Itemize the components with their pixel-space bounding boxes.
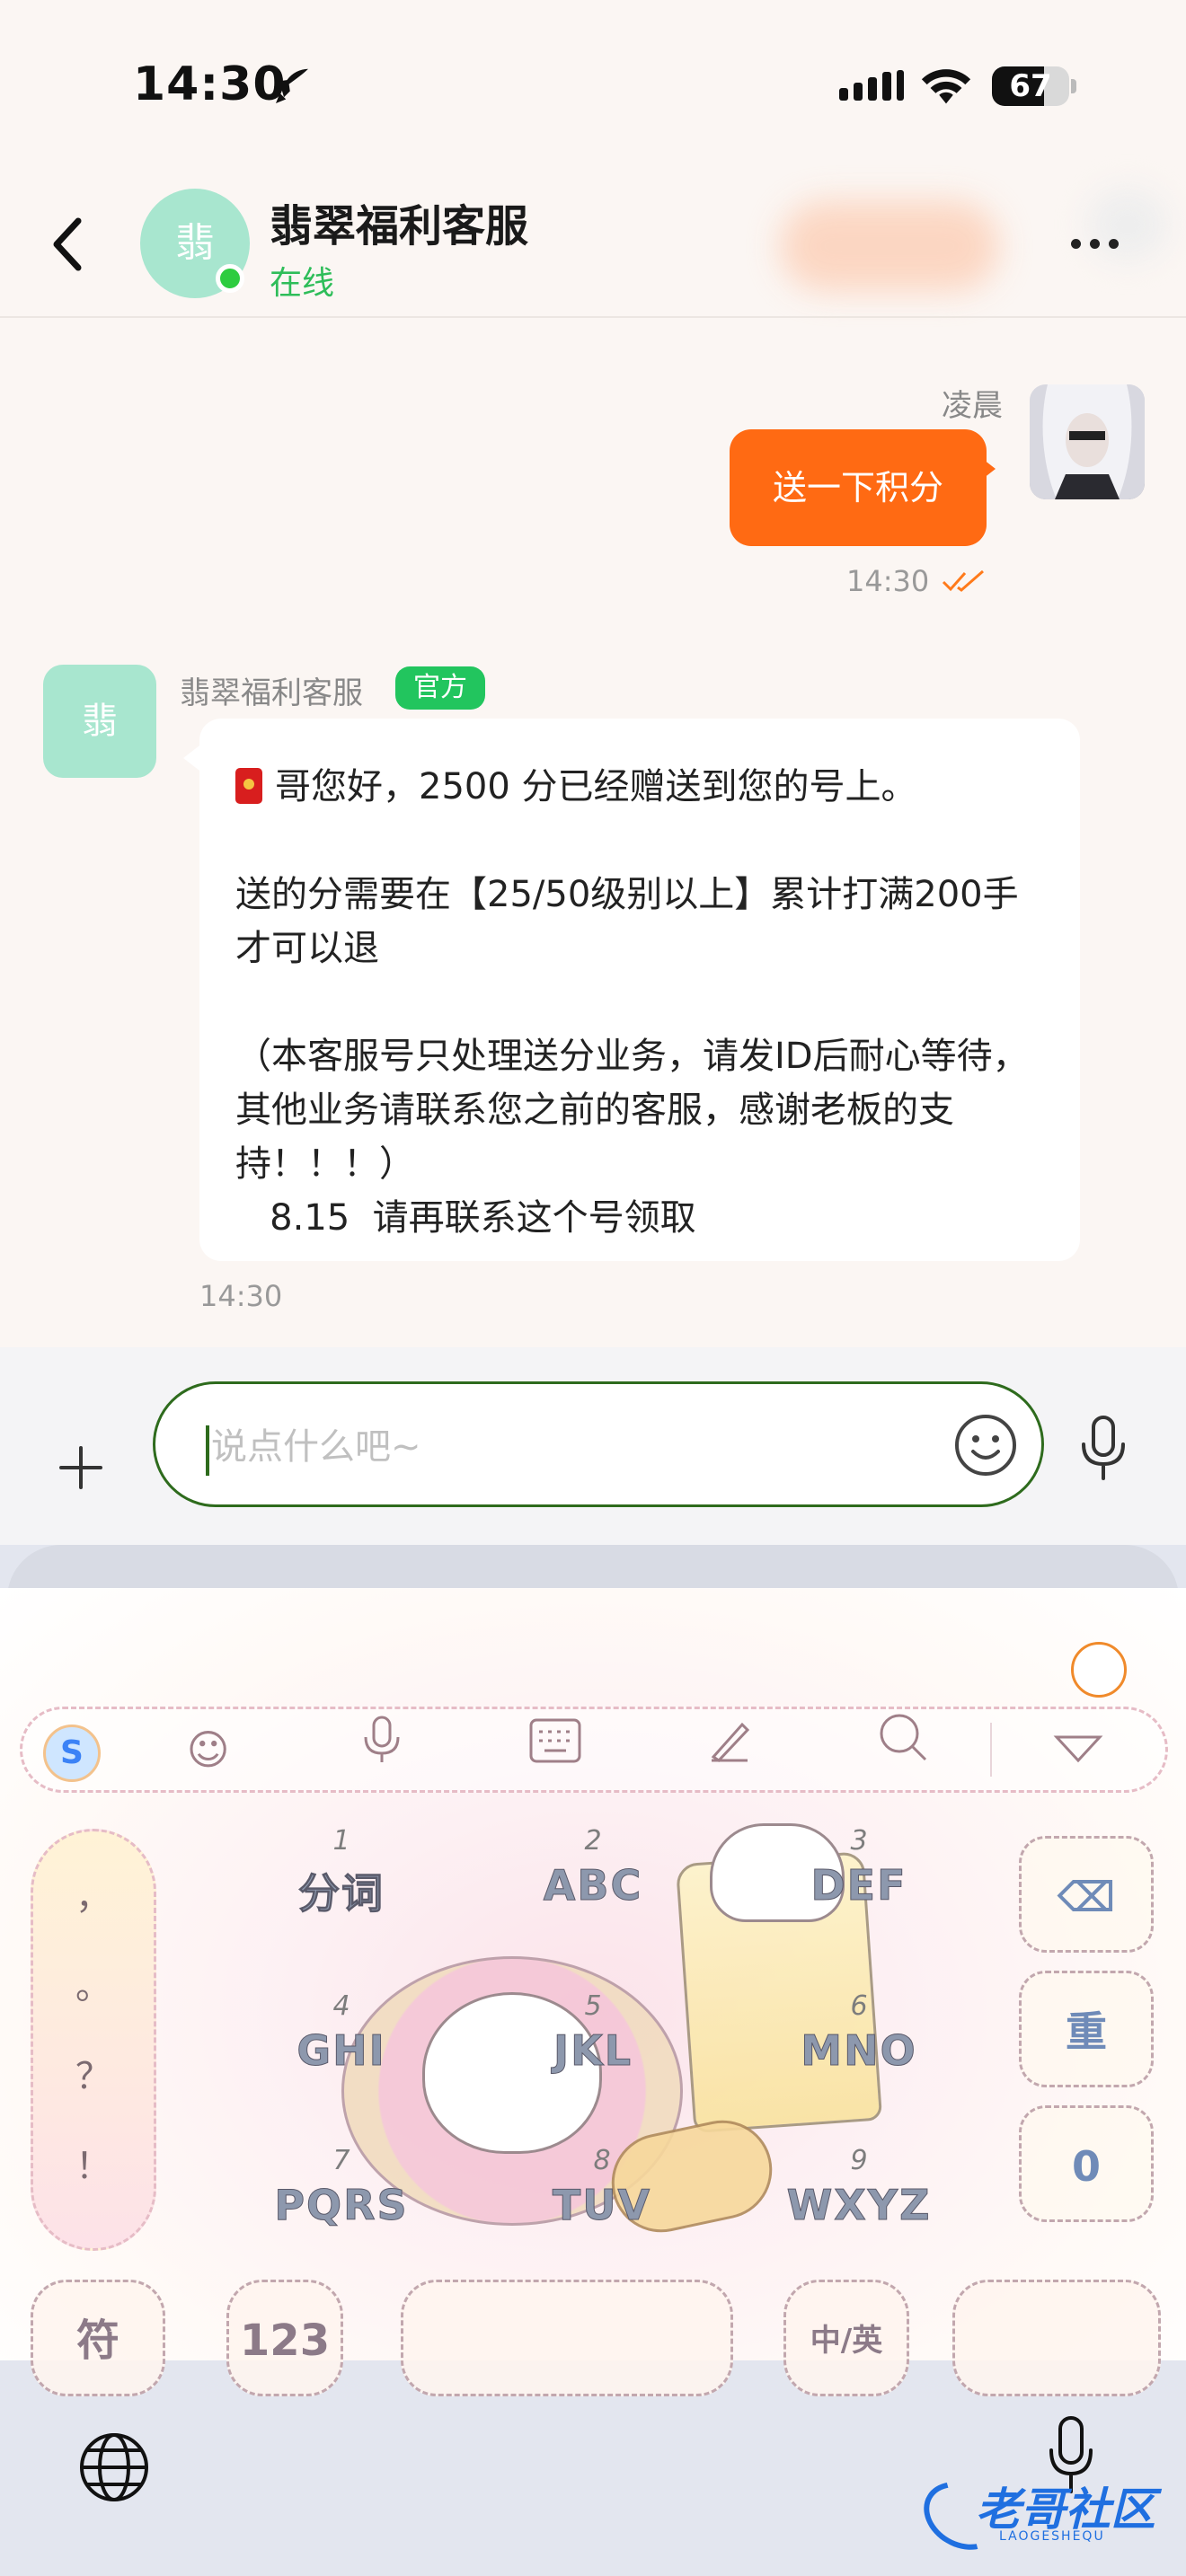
red-envelope-icon xyxy=(235,768,262,804)
cellular-signal-icon xyxy=(839,70,904,101)
chat-header: 翡 翡翠福利客服 在线 xyxy=(0,171,1186,318)
back-arrow-icon[interactable] xyxy=(45,216,90,273)
enter-key[interactable] xyxy=(952,2280,1161,2396)
online-indicator xyxy=(216,264,244,293)
message-sender: 凌晨 xyxy=(942,388,1003,424)
wifi-icon xyxy=(921,69,971,104)
keyboard-logo-button[interactable]: S xyxy=(22,1707,121,1793)
battery-percent: 67 xyxy=(1009,68,1052,104)
watermark-logo: 老哥社区 LAOGESHEQU xyxy=(911,2468,1164,2563)
incoming-message-bubble[interactable]: 哥您好，2500 分已经赠送到您的号上。 送的分需要在【25/50级别以上】累计… xyxy=(199,719,1080,1261)
status-bar: 14:30 67 xyxy=(0,0,1186,171)
battery-icon: 67 xyxy=(992,66,1069,106)
mascot-icon[interactable] xyxy=(1071,1642,1127,1698)
battery-tip xyxy=(1071,79,1076,93)
contact-status: 在线 xyxy=(270,265,335,302)
plus-icon[interactable] xyxy=(58,1444,104,1491)
bubble-tail xyxy=(979,456,996,481)
search-icon[interactable] xyxy=(816,1707,989,1793)
symbols-key[interactable]: 符 xyxy=(31,2280,165,2396)
message-input-bar: 说点什么吧~ xyxy=(0,1347,1186,1545)
globe-icon[interactable] xyxy=(77,2430,151,2504)
retype-key[interactable]: 重 xyxy=(1019,1971,1154,2087)
punctuation-comma: ， xyxy=(75,1876,111,1918)
keyboard: S ☺ ， 。 ？ ！ 1 分词 2 ABC 3 DEF 4 GHI 5 JKL… xyxy=(0,1545,1186,2576)
punctuation-period: 。 xyxy=(75,1966,111,2007)
sender-avatar[interactable]: 翡 xyxy=(43,665,156,778)
handwriting-icon[interactable] xyxy=(642,1707,816,1793)
keyboard-layout-icon[interactable] xyxy=(469,1707,642,1793)
more-options-icon[interactable] xyxy=(1071,239,1119,249)
language-switch-key[interactable]: 中/英 xyxy=(783,2280,909,2396)
incoming-message-text: 哥您好，2500 分已经赠送到您的号上。 送的分需要在【25/50级别以上】累计… xyxy=(235,766,1029,1239)
zero-key[interactable]: 0 xyxy=(1019,2105,1154,2222)
message-timestamp: 14:30 xyxy=(846,564,930,598)
punctuation-question: ？ xyxy=(75,2056,111,2097)
user-avatar-image xyxy=(1030,384,1145,499)
keyboard-toolbar: S ☺ xyxy=(20,1707,1168,1793)
user-avatar[interactable] xyxy=(1030,384,1145,499)
status-time: 14:30 xyxy=(133,57,287,111)
official-badge: 官方 xyxy=(395,666,485,710)
rocket-icon xyxy=(273,68,308,103)
space-key[interactable] xyxy=(401,2280,733,2396)
text-caret xyxy=(206,1425,209,1476)
backspace-key[interactable]: ⌫ xyxy=(1019,1836,1154,1953)
blurred-region xyxy=(780,201,999,291)
emoji-icon[interactable] xyxy=(950,1409,1022,1481)
bubble-tail xyxy=(183,745,199,771)
punctuation-exclaim: ！ xyxy=(75,2146,111,2187)
emoji-icon[interactable]: ☺ xyxy=(121,1707,295,1793)
outgoing-message-bubble[interactable]: 送一下积分 xyxy=(730,429,987,546)
message-timestamp: 14:30 xyxy=(199,1279,283,1313)
punctuation-key[interactable]: ， 。 ？ ！ xyxy=(31,1829,156,2251)
microphone-icon[interactable] xyxy=(1076,1414,1130,1482)
message-input-placeholder: 说点什么吧~ xyxy=(211,1426,421,1468)
contact-name[interactable]: 翡翠福利客服 xyxy=(270,190,528,253)
collapse-keyboard-icon[interactable] xyxy=(992,1707,1165,1793)
numbers-key[interactable]: 123 xyxy=(226,2280,343,2396)
message-sender: 翡翠福利客服 xyxy=(180,675,363,711)
watermark-subtitle: LAOGESHEQU xyxy=(999,2529,1105,2544)
keyboard-skin: S ☺ ， 。 ？ ！ 1 分词 2 ABC 3 DEF 4 GHI 5 JKL… xyxy=(0,1588,1186,2396)
microphone-icon[interactable] xyxy=(295,1707,468,1793)
read-receipt-icon xyxy=(942,569,984,592)
blurred-region xyxy=(1087,189,1168,260)
message-input[interactable]: 说点什么吧~ xyxy=(153,1381,1044,1507)
